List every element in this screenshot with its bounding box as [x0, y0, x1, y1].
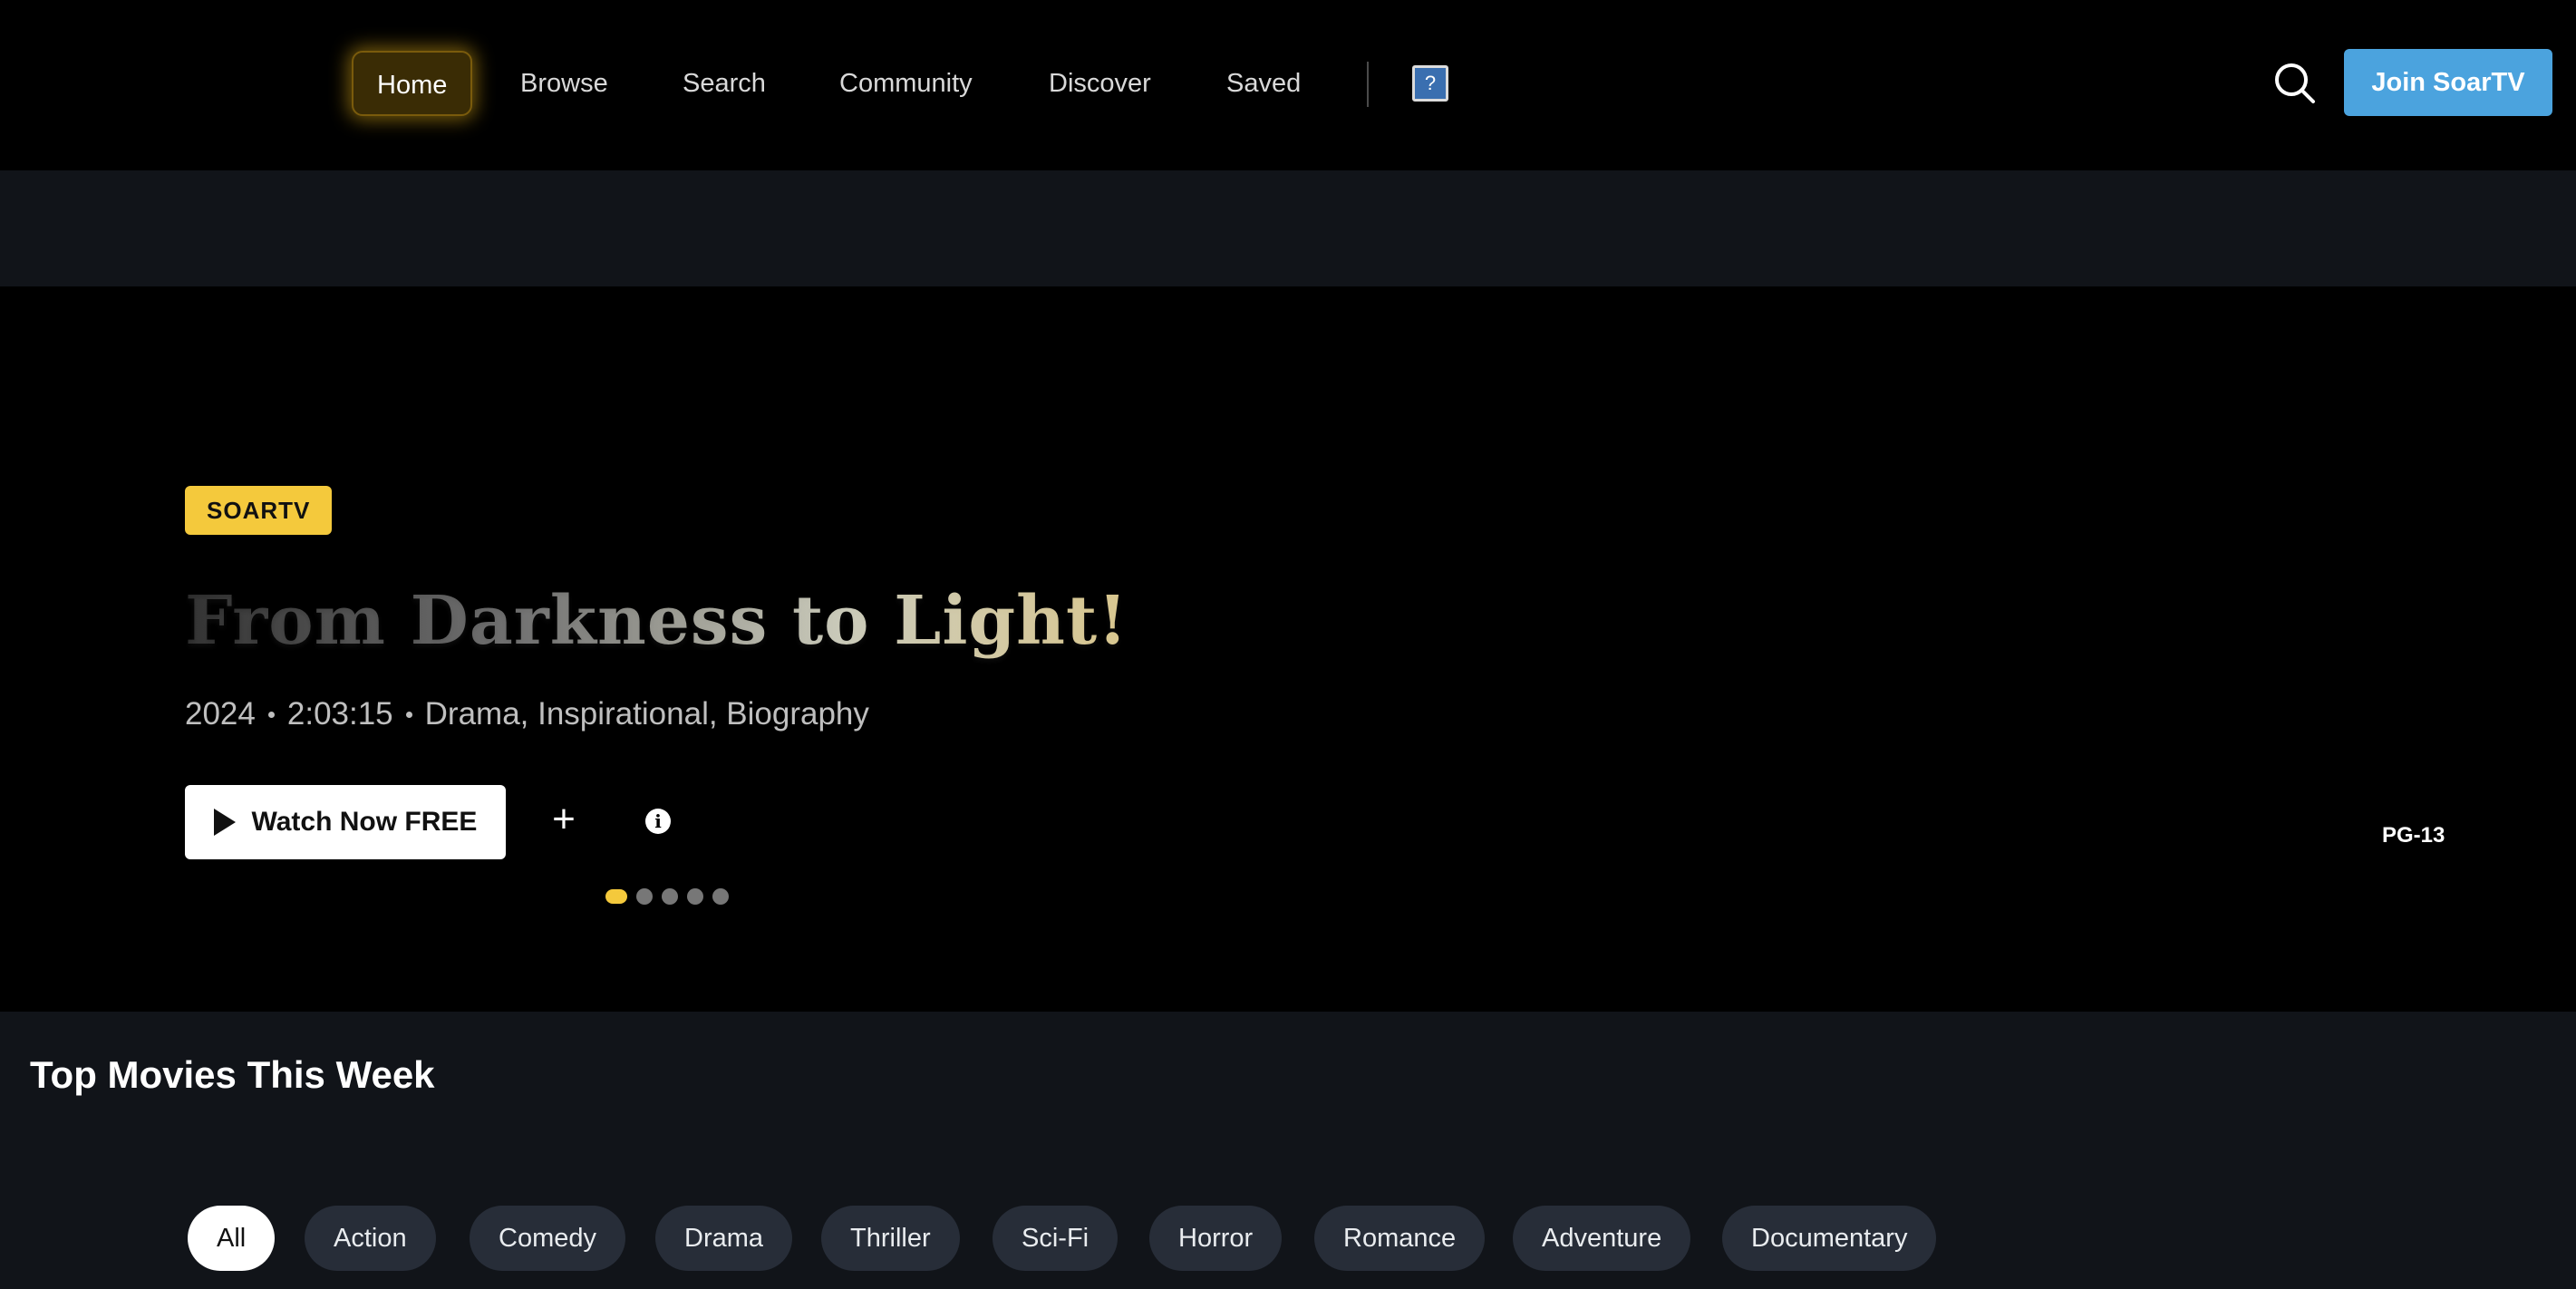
search-icon[interactable]: [2270, 58, 2320, 109]
top-nav: Home Browse Search Community Discover Sa…: [0, 0, 2576, 170]
chip-drama[interactable]: Drama: [655, 1206, 793, 1271]
play-icon: [213, 809, 236, 836]
hero-genres: Drama, Inspirational, Biography: [424, 696, 869, 732]
chip-action[interactable]: Action: [305, 1206, 436, 1271]
carousel-dot[interactable]: [687, 888, 703, 905]
carousel-dot[interactable]: [636, 888, 653, 905]
carousel-dot[interactable]: [662, 888, 678, 905]
nav-community[interactable]: Community: [839, 51, 973, 116]
nav-browse[interactable]: Browse: [520, 51, 608, 116]
hero-meta: 2024 2:03:15 Drama, Inspirational, Biogr…: [185, 696, 869, 732]
carousel-dot[interactable]: [712, 888, 729, 905]
chip-horror[interactable]: Horror: [1149, 1206, 1283, 1271]
nav-home[interactable]: Home: [352, 51, 473, 116]
hero-duration: 2:03:15: [286, 696, 393, 732]
watch-now-label: Watch Now FREE: [251, 807, 478, 837]
chip-thriller[interactable]: Thriller: [821, 1206, 960, 1271]
hero-title: From Darkness to Light!: [185, 582, 1128, 660]
nav-divider: [1367, 62, 1369, 107]
join-button[interactable]: Join SoarTV: [2344, 49, 2552, 116]
banner-strip: [0, 170, 2576, 286]
chip-comedy[interactable]: Comedy: [470, 1206, 625, 1271]
help-glyph: ?: [1424, 72, 1437, 94]
nav-saved[interactable]: Saved: [1226, 51, 1301, 116]
chip-sci-fi[interactable]: Sci-Fi: [993, 1206, 1119, 1271]
separator-dot: [267, 711, 275, 718]
carousel-dot[interactable]: [605, 889, 627, 904]
carousel-dots: [605, 888, 729, 905]
brand-badge: SOARTV: [185, 486, 333, 535]
rating-badge: PG-13: [2382, 823, 2445, 848]
top-movies-section: Top Movies This Week All Action Comedy D…: [0, 1012, 2576, 1289]
add-to-list-icon[interactable]: +: [544, 800, 584, 839]
genre-filter-chips: All Action Comedy Drama Thriller Sci-Fi …: [0, 1206, 2576, 1271]
watch-now-button[interactable]: Watch Now FREE: [185, 785, 506, 859]
chip-documentary[interactable]: Documentary: [1722, 1206, 1937, 1271]
chip-all[interactable]: All: [188, 1206, 276, 1271]
chip-romance[interactable]: Romance: [1314, 1206, 1486, 1271]
hero-year: 2024: [185, 696, 256, 732]
nav-search[interactable]: Search: [683, 51, 766, 116]
chip-adventure[interactable]: Adventure: [1513, 1206, 1691, 1271]
hero-banner: SOARTV From Darkness to Light! 2024 2:03…: [0, 286, 2576, 1012]
nav-discover[interactable]: Discover: [1049, 51, 1151, 116]
help-icon[interactable]: ?: [1412, 65, 1448, 102]
separator-dot: [405, 711, 412, 718]
info-icon[interactable]: i: [645, 809, 671, 834]
section-title: Top Movies This Week: [30, 1053, 435, 1096]
